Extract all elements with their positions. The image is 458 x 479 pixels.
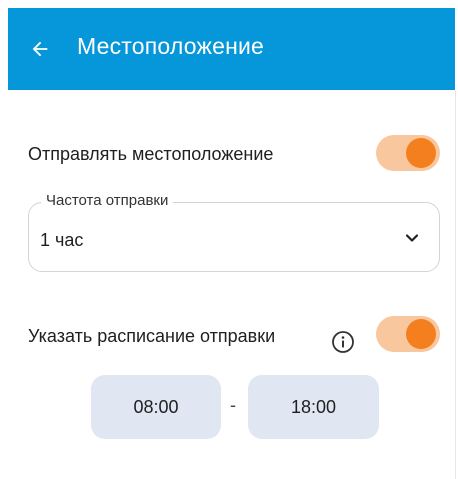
panel-divider (455, 90, 456, 479)
back-button[interactable] (26, 35, 54, 63)
chevron-down-icon (405, 234, 419, 242)
info-icon[interactable] (331, 330, 355, 354)
frequency-legend: Частота отправки (41, 192, 174, 209)
schedule-toggle[interactable] (376, 316, 440, 352)
arrow-left-icon (32, 41, 48, 57)
toggle-knob (406, 138, 436, 168)
send-location-label: Отправлять местоположение (28, 144, 274, 164)
end-time-button[interactable]: 18:00 (248, 375, 379, 439)
page-title: Местоположение (77, 33, 265, 59)
time-separator: - (230, 395, 236, 415)
toggle-knob (406, 319, 436, 349)
frequency-value: 1 час (40, 230, 84, 250)
schedule-label: Указать расписание отправки (28, 326, 276, 346)
start-time-button[interactable]: 08:00 (91, 375, 221, 439)
screen: Местоположение Отправлять местоположение… (8, 8, 456, 479)
send-location-toggle[interactable] (376, 135, 440, 171)
frequency-select[interactable]: Частота отправки 1 час (28, 192, 440, 272)
app-bar: Местоположение (8, 8, 455, 90)
